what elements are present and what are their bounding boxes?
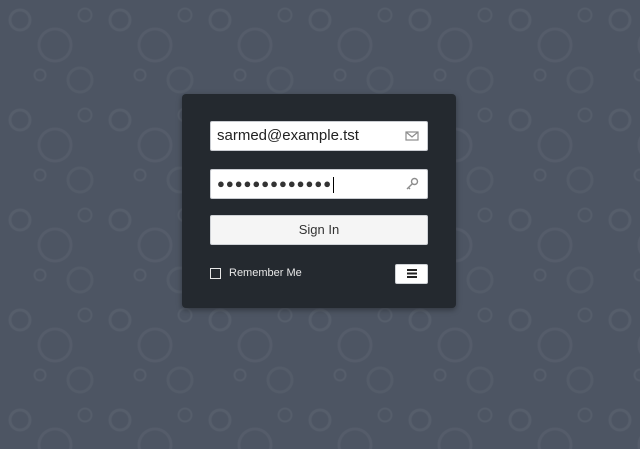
remember-me[interactable]: Remember Me [210, 266, 302, 280]
email-field[interactable]: sarmed@example.tst [210, 121, 428, 151]
remember-me-checkbox[interactable] [210, 267, 221, 279]
sign-in-button[interactable]: Sign In [210, 215, 428, 245]
envelope-icon [405, 129, 419, 143]
remember-me-label[interactable]: Remember Me [229, 267, 302, 279]
text-caret [333, 176, 335, 193]
menu-button[interactable] [395, 264, 428, 284]
password-value[interactable]: ●●●●●●●●●●●●● [217, 170, 335, 198]
password-field[interactable]: ●●●●●●●●●●●●● [210, 169, 428, 199]
login-card: sarmed@example.tst ●●●●●●●●●●●●● Sign In… [182, 94, 456, 308]
password-mask: ●●●●●●●●●●●●● [217, 176, 333, 191]
email-value[interactable]: sarmed@example.tst [217, 122, 359, 150]
key-icon [405, 177, 419, 191]
hamburger-menu-icon [406, 265, 417, 283]
